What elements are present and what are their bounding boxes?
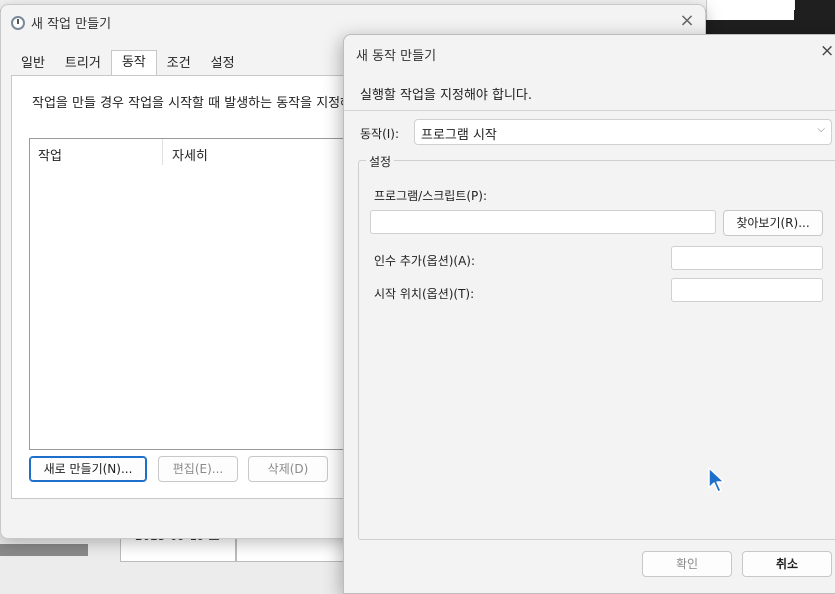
instruction-text: 실행할 작업을 지정해야 합니다.: [360, 88, 533, 103]
instruction-bar: 실행할 작업을 지정해야 합니다.: [344, 75, 835, 111]
tab-triggers[interactable]: 트리거: [55, 52, 111, 76]
chevron-down-icon: ⌵: [817, 124, 825, 135]
delete-action-button[interactable]: 삭제(D): [248, 456, 328, 482]
tab-strip: 일반 트리거 동작 조건 설정: [11, 50, 245, 76]
program-script-input[interactable]: [370, 210, 716, 234]
window-title: 새 작업 만들기: [31, 17, 112, 32]
column-header-action[interactable]: 작업: [38, 145, 62, 164]
close-icon[interactable]: ×: [820, 41, 834, 61]
new-action-dialog: 새 동작 만들기 × 실행할 작업을 지정해야 합니다. 동작(I): 프로그램…: [343, 34, 835, 594]
settings-legend: 설정: [366, 153, 395, 170]
action-dropdown-value: 프로그램 시작: [421, 128, 497, 143]
tab-actions[interactable]: 동작: [110, 50, 157, 76]
tab-settings[interactable]: 설정: [201, 52, 245, 76]
action-label: 동작(I):: [360, 127, 400, 141]
ok-button[interactable]: 확인: [642, 551, 732, 577]
background-scrollbar[interactable]: [0, 544, 88, 556]
mouse-cursor-icon: [708, 467, 725, 493]
action-dropdown[interactable]: 프로그램 시작 ⌵: [414, 119, 832, 145]
start-in-input[interactable]: [671, 278, 823, 302]
window-title-bar: 새 작업 만들기: [11, 13, 111, 32]
program-script-label: 프로그램/스크립트(P):: [374, 189, 488, 203]
arguments-input[interactable]: [671, 246, 823, 270]
cancel-button[interactable]: 취소: [742, 551, 832, 577]
edit-action-button[interactable]: 편집(E)...: [158, 456, 238, 482]
column-header-details[interactable]: 자세히: [172, 145, 208, 164]
column-divider[interactable]: [162, 139, 163, 165]
start-in-label: 시작 위치(옵션)(T):: [374, 287, 475, 301]
tab-conditions[interactable]: 조건: [157, 52, 201, 76]
browse-button[interactable]: 찾아보기(R)...: [723, 210, 823, 236]
arguments-label: 인수 추가(옵션)(A):: [374, 254, 476, 268]
clock-icon: [11, 15, 25, 30]
close-icon[interactable]: ×: [673, 9, 701, 33]
tab-general[interactable]: 일반: [11, 52, 55, 76]
dialog-title: 새 동작 만들기: [356, 49, 437, 64]
new-action-button[interactable]: 새로 만들기(N)...: [29, 456, 147, 482]
background-panel: [706, 0, 794, 20]
